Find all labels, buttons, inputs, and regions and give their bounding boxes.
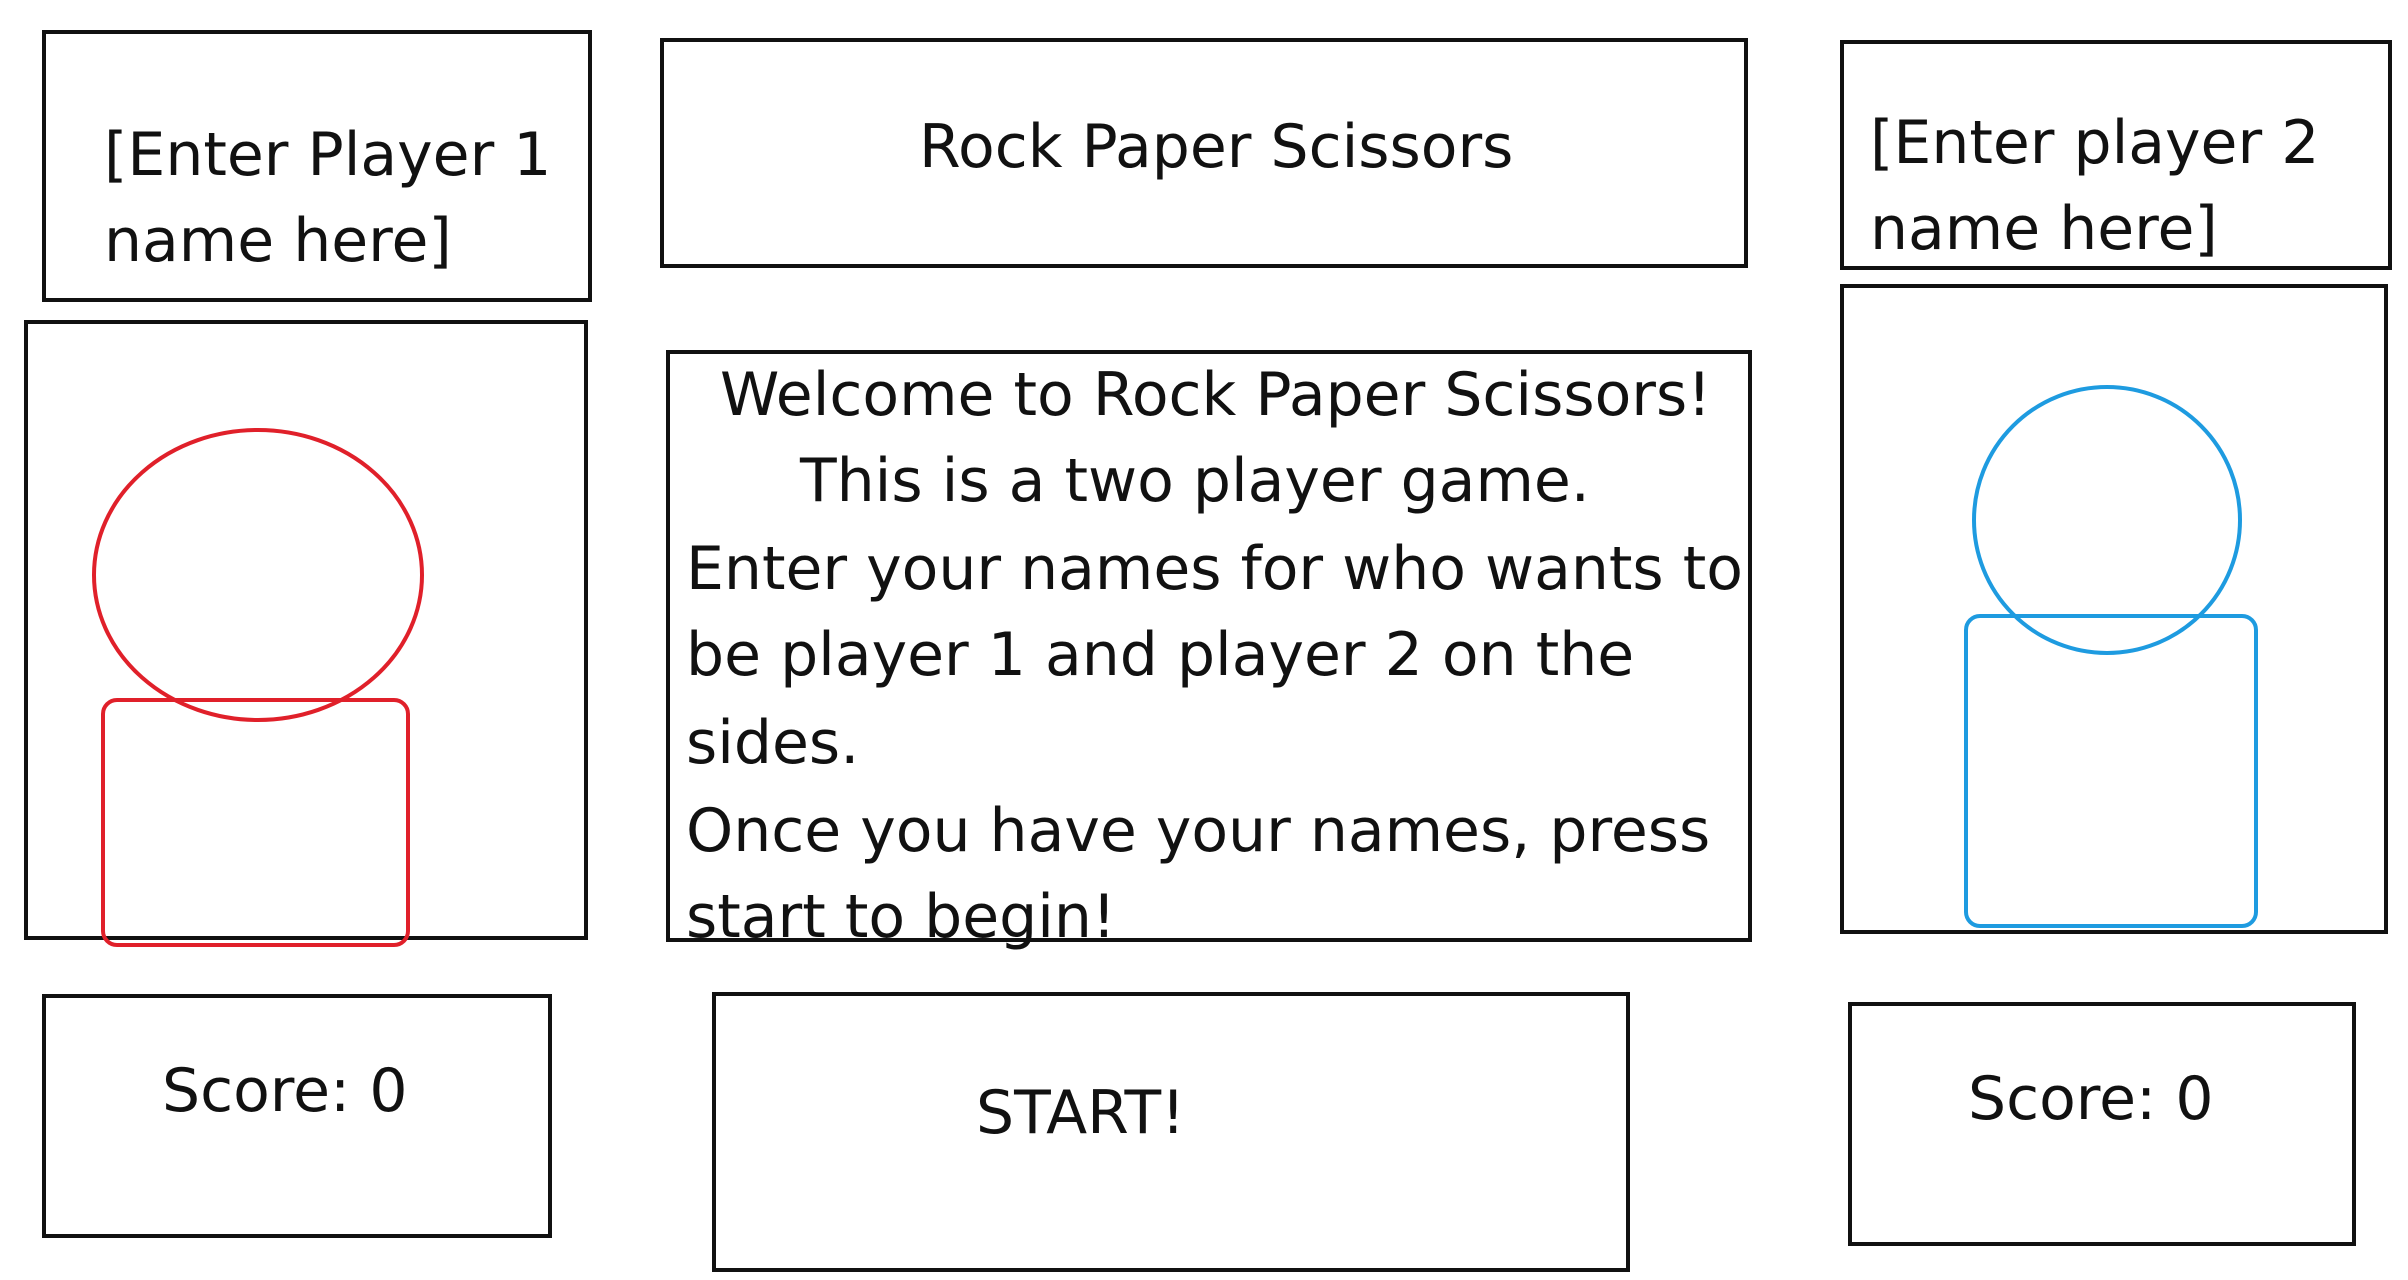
welcome-line-7: start to begin! (686, 882, 1116, 952)
rock-paper-scissors-screen: [Enter Player 1 name here] Rock Paper Sc… (0, 0, 2408, 1280)
player2-avatar-panel (1840, 284, 2388, 934)
welcome-line-6: Once you have your names, press (686, 796, 1711, 866)
welcome-line-5: sides. (686, 708, 860, 778)
welcome-line-1: Welcome to Rock Paper Scissors! (720, 360, 1712, 430)
player2-score-label: Score: 0 (1968, 1064, 2214, 1134)
start-button-label: START! (976, 1078, 1186, 1148)
welcome-line-4: be player 1 and player 2 on the (686, 620, 1635, 690)
welcome-line-2: This is a two player game. (800, 446, 1590, 516)
player1-name-placeholder-line1: [Enter Player 1 (104, 120, 552, 190)
player1-name-placeholder-line2: name here] (104, 206, 452, 276)
player2-name-placeholder-line2: name here] (1870, 194, 2218, 264)
page-title: Rock Paper Scissors (919, 112, 1514, 182)
player2-name-placeholder-line1: [Enter player 2 (1870, 108, 2320, 178)
welcome-line-3: Enter your names for who wants to (686, 534, 1744, 604)
player1-avatar-panel (24, 320, 588, 940)
player1-score-label: Score: 0 (162, 1056, 408, 1126)
